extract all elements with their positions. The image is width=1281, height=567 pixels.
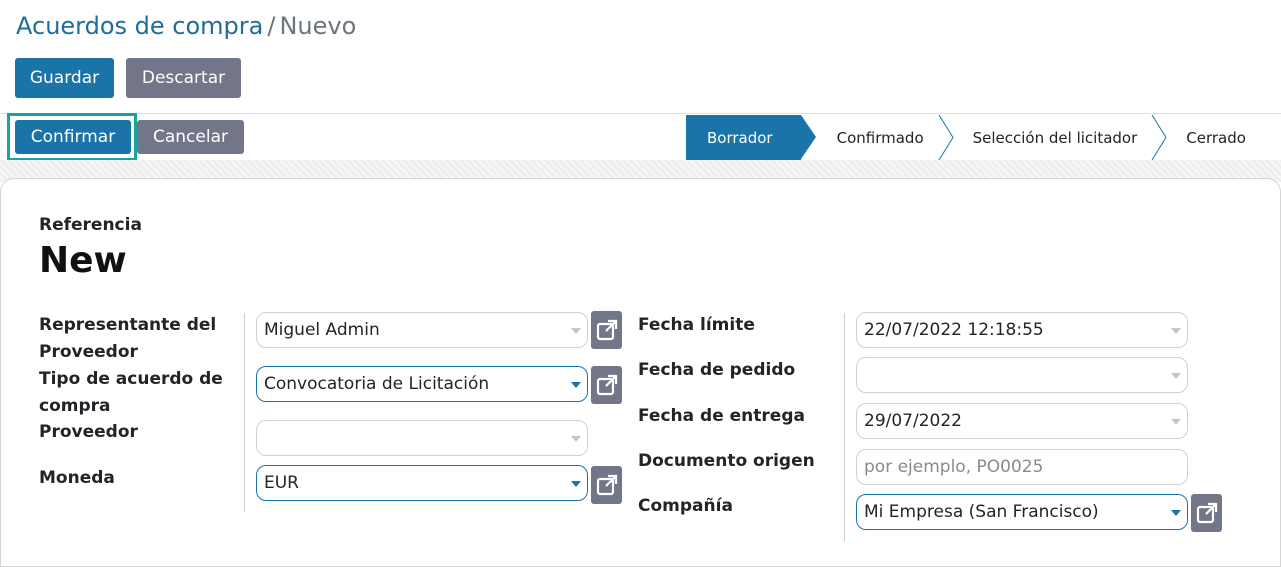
- header-divider: [0, 113, 1281, 114]
- agreement-type-select[interactable]: Convocatoria de Licitación: [256, 366, 588, 402]
- agreement-type-label-line2: compra: [39, 396, 111, 416]
- order-date-field[interactable]: [856, 357, 1188, 393]
- company-select[interactable]: Mi Empresa (San Francisco): [856, 494, 1188, 530]
- caret-down-icon: [1171, 419, 1181, 425]
- breadcrumb: Acuerdos de compra / Nuevo: [16, 12, 356, 40]
- stage-closed-label: Cerrado: [1186, 128, 1246, 147]
- discard-button[interactable]: Descartar: [126, 58, 241, 98]
- stage-closed[interactable]: Cerrado: [1159, 115, 1273, 160]
- stage-bidder-selection[interactable]: Selección del licitador: [946, 115, 1167, 160]
- representative-label-line1: Representante del: [39, 315, 217, 335]
- left-group-separator: [244, 313, 245, 512]
- breadcrumb-current: Nuevo: [279, 12, 357, 40]
- confirm-button[interactable]: Confirmar: [15, 120, 131, 154]
- caret-down-icon: [1171, 510, 1181, 516]
- reference-label: Referencia: [39, 215, 142, 235]
- company-label: Compañía: [638, 496, 733, 516]
- caret-down-icon: [1171, 328, 1181, 334]
- source-document-input[interactable]: por ejemplo, PO0025: [856, 449, 1188, 485]
- caret-down-icon: [571, 481, 581, 487]
- deadline-field[interactable]: 22/07/2022 12:18:55: [856, 312, 1188, 348]
- caret-down-icon: [571, 328, 581, 334]
- currency-select[interactable]: EUR: [256, 465, 588, 501]
- right-group-separator: [844, 313, 845, 541]
- reference-value: New: [39, 240, 127, 281]
- representative-value: Miguel Admin: [264, 320, 380, 340]
- agreement-type-label-line1: Tipo de acuerdo de: [39, 369, 223, 389]
- delivery-date-label: Fecha de entrega: [638, 406, 805, 426]
- representative-label: Representante del Proveedor: [39, 312, 216, 366]
- vendor-select[interactable]: [256, 420, 588, 456]
- cancel-button[interactable]: Cancelar: [137, 120, 244, 154]
- currency-label: Moneda: [39, 468, 115, 488]
- order-date-label: Fecha de pedido: [638, 360, 796, 380]
- currency-value: EUR: [264, 473, 299, 493]
- deadline-value: 22/07/2022 12:18:55: [864, 320, 1044, 340]
- agreement-type-value: Convocatoria de Licitación: [264, 374, 490, 394]
- external-link-icon[interactable]: [1191, 494, 1222, 532]
- caret-down-icon: [1171, 373, 1181, 379]
- source-document-placeholder: por ejemplo, PO0025: [864, 457, 1044, 477]
- stage-confirmed[interactable]: Confirmado: [801, 115, 954, 160]
- stage-bidder-selection-label: Selección del licitador: [972, 128, 1138, 147]
- source-document-label: Documento origen: [638, 451, 815, 471]
- external-link-icon[interactable]: [591, 466, 622, 504]
- status-bar: Borrador Confirmado Selección del licita…: [686, 115, 1273, 160]
- agreement-type-label: Tipo de acuerdo de compra: [39, 366, 223, 420]
- stage-draft[interactable]: Borrador: [686, 115, 816, 160]
- delivery-date-value: 29/07/2022: [864, 411, 962, 431]
- vendor-label: Proveedor: [39, 422, 138, 442]
- representative-label-line2: Proveedor: [39, 342, 138, 362]
- representative-select[interactable]: Miguel Admin: [256, 312, 588, 348]
- stage-confirmed-label: Confirmado: [836, 128, 924, 147]
- company-value: Mi Empresa (San Francisco): [864, 502, 1099, 522]
- caret-down-icon: [571, 382, 581, 388]
- external-link-icon[interactable]: [591, 311, 622, 349]
- caret-down-icon: [571, 436, 581, 442]
- breadcrumb-separator: /: [267, 12, 276, 40]
- deadline-label: Fecha límite: [638, 315, 755, 335]
- delivery-date-field[interactable]: 29/07/2022: [856, 403, 1188, 439]
- external-link-icon[interactable]: [591, 366, 622, 404]
- save-button[interactable]: Guardar: [15, 58, 114, 98]
- breadcrumb-parent-link[interactable]: Acuerdos de compra: [16, 12, 263, 40]
